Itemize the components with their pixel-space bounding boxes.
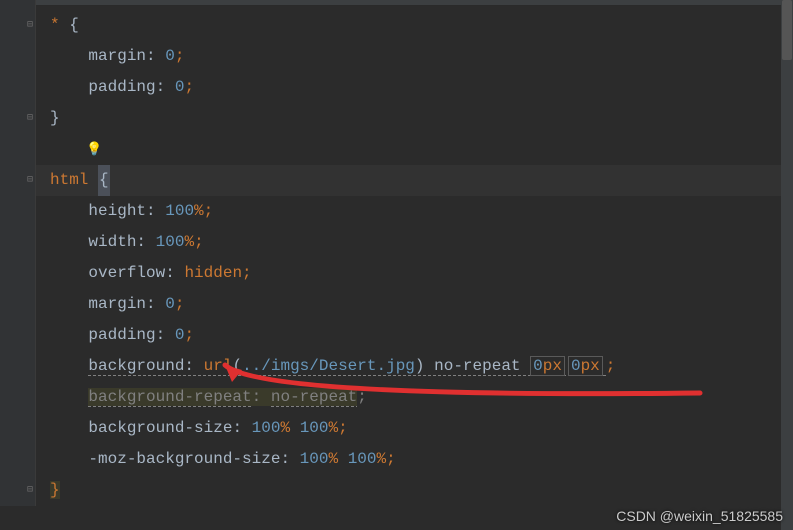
code-line[interactable]: 💡 (36, 134, 793, 165)
fold-icon[interactable]: ⊟ (25, 475, 35, 506)
value: no-repeat (271, 388, 357, 407)
value: 0 (165, 47, 175, 65)
value: 0 (175, 78, 185, 96)
property: -moz-background-size (88, 450, 280, 468)
property: background-size (88, 419, 232, 437)
value: 100 (165, 202, 194, 220)
value: 0 (175, 326, 185, 344)
selector: html (50, 171, 88, 189)
property: padding (88, 326, 155, 344)
lightbulb-icon[interactable]: 💡 (86, 134, 102, 165)
code-line[interactable]: ⊟} (36, 103, 793, 134)
code-line[interactable]: background: url(../imgs/Desert.jpg) no-r… (36, 351, 793, 382)
keyword: no-repeat (434, 357, 520, 375)
brace: } (50, 109, 60, 127)
url-arg: ../imgs/Desert.jpg (242, 357, 415, 375)
brace: { (69, 16, 79, 34)
property: height (88, 202, 146, 220)
brace: } (50, 481, 60, 499)
code-line[interactable]: overflow: hidden; (36, 258, 793, 289)
value: 100 (156, 233, 185, 251)
fold-icon[interactable]: ⊟ (25, 165, 35, 196)
func: url (204, 357, 233, 375)
property: background-repeat (88, 388, 251, 407)
code-line[interactable]: padding: 0; (36, 72, 793, 103)
code-line[interactable]: ⊟} (36, 475, 793, 506)
selector: * (50, 16, 60, 34)
watermark: CSDN @weixin_51825585 (616, 508, 783, 524)
property: width (88, 233, 136, 251)
code-line[interactable]: padding: 0; (36, 320, 793, 351)
gutter (0, 0, 36, 506)
brace: { (99, 171, 109, 189)
code-line[interactable]: -moz-background-size: 100% 100%; (36, 444, 793, 475)
property: padding (88, 78, 155, 96)
fold-icon[interactable]: ⊟ (25, 10, 35, 41)
code-editor[interactable]: ⊟* { margin: 0; padding: 0; ⊟} 💡 ⊟html {… (0, 0, 793, 506)
fold-icon[interactable]: ⊟ (25, 103, 35, 134)
code-line[interactable]: background-repeat: no-repeat; (36, 382, 793, 413)
code-line[interactable]: height: 100%; (36, 196, 793, 227)
code-line[interactable]: background-size: 100% 100%; (36, 413, 793, 444)
property: margin (88, 295, 146, 313)
scrollbar[interactable] (781, 0, 793, 530)
property: background (88, 357, 184, 375)
code-line[interactable]: margin: 0; (36, 289, 793, 320)
code-line-current[interactable]: ⊟html { (36, 165, 793, 196)
value: 0 (165, 295, 175, 313)
value: hidden (184, 264, 242, 282)
code-line[interactable]: margin: 0; (36, 41, 793, 72)
scrollbar-thumb[interactable] (782, 0, 792, 60)
property: overflow (88, 264, 165, 282)
code-line[interactable]: ⊟* { (36, 10, 793, 41)
property: margin (88, 47, 146, 65)
code-line[interactable]: width: 100%; (36, 227, 793, 258)
code-area[interactable]: ⊟* { margin: 0; padding: 0; ⊟} 💡 ⊟html {… (36, 10, 793, 506)
